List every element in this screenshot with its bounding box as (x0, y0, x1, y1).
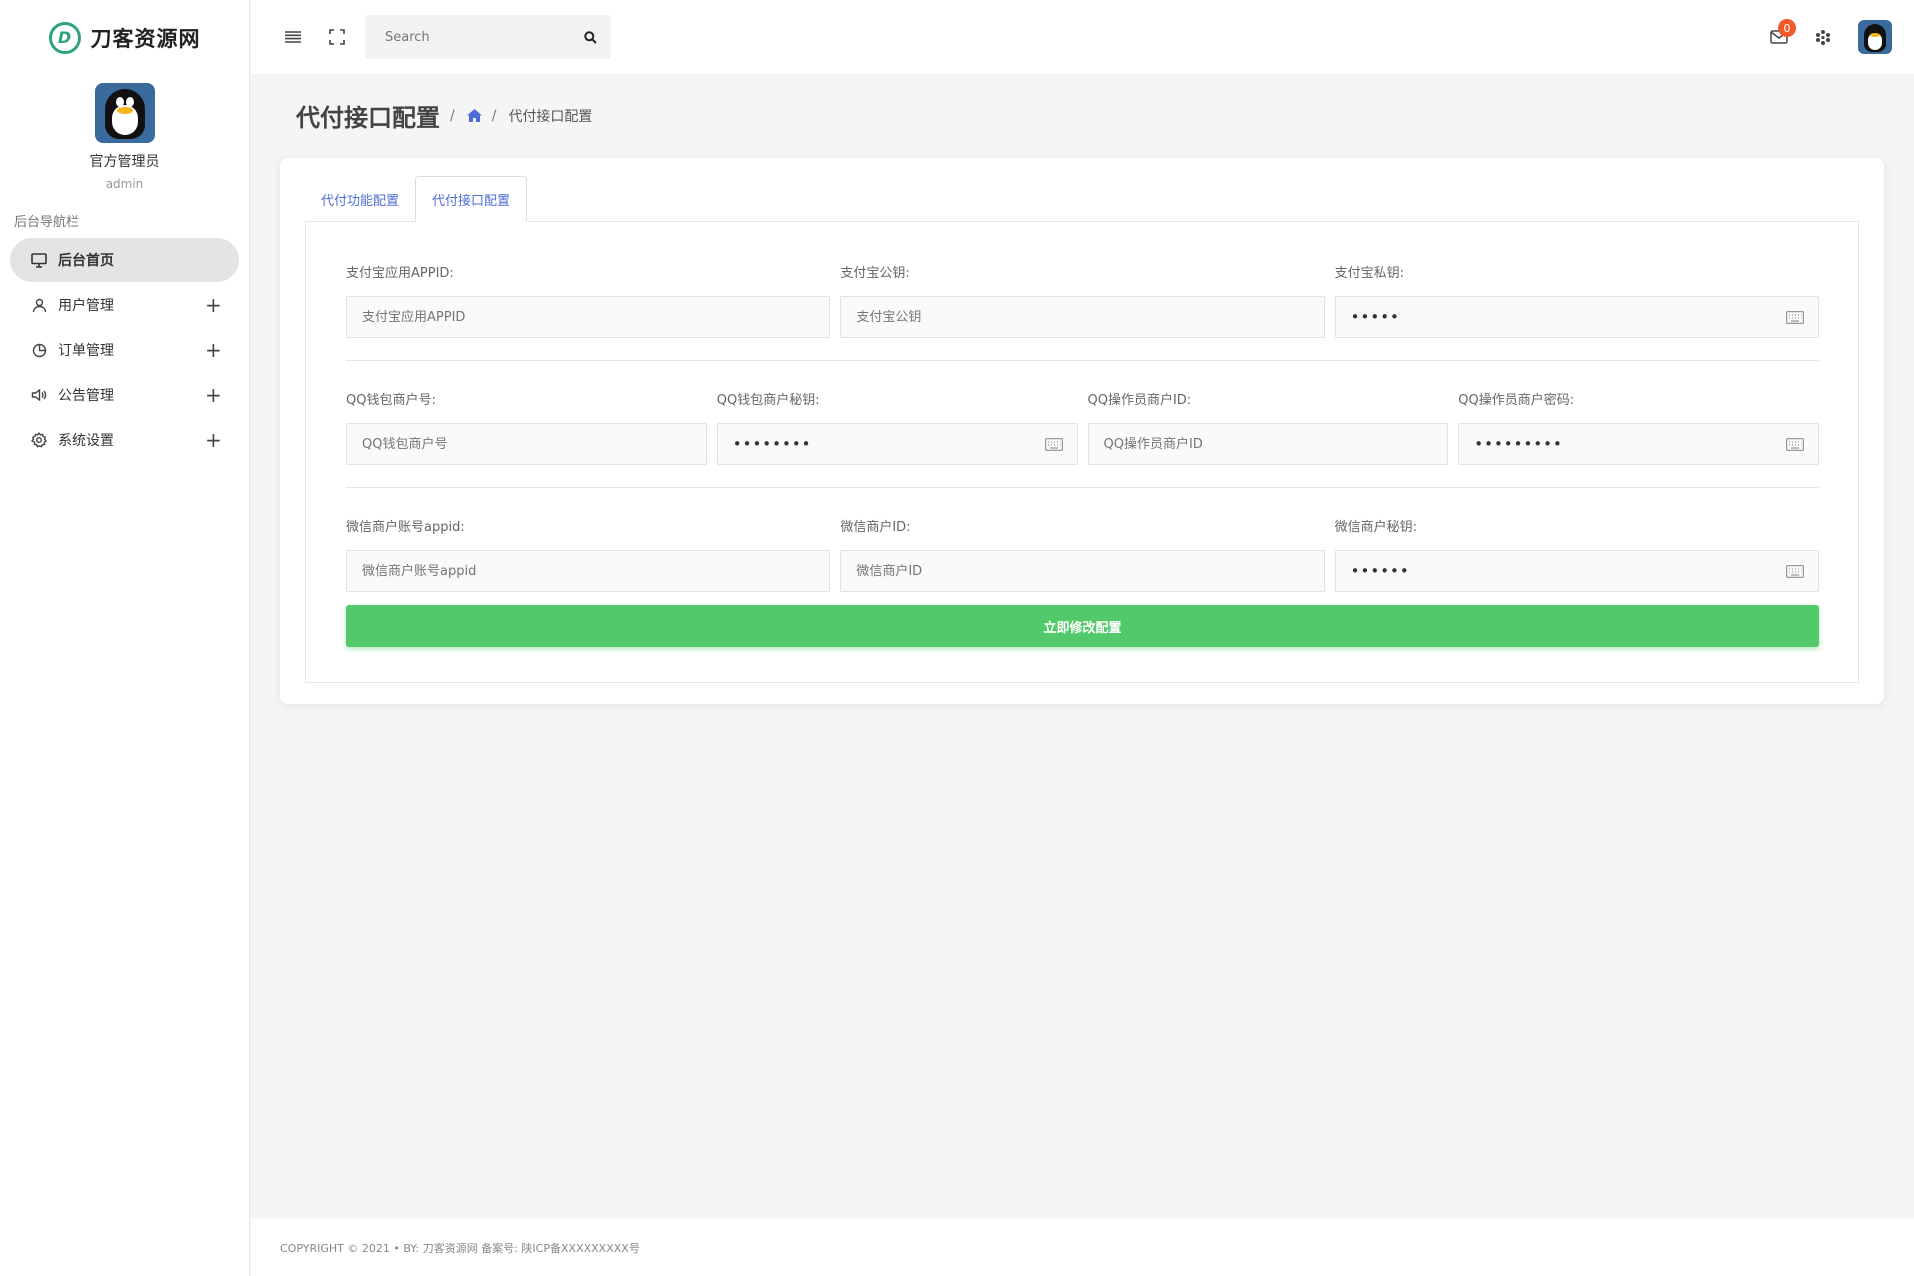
pie-chart-icon (30, 341, 48, 359)
qq-merchant-field: QQ钱包商户号: (346, 389, 707, 465)
alipay-appid-field: 支付宝应用APPID: (346, 262, 831, 338)
wx-mchid-field: 微信商户ID: (840, 516, 1325, 592)
qq-merchant-key-field: QQ钱包商户秘钥: (716, 389, 1078, 465)
alipay-row: 支付宝应用APPID: 支付宝公钥: 支付宝私钥: (346, 262, 1819, 338)
avatar[interactable] (94, 83, 155, 143)
qq-merchant-key-input[interactable] (732, 435, 1045, 453)
alipay-privkey-input[interactable] (1350, 308, 1786, 326)
speaker-icon (30, 386, 48, 404)
nav-heading: 后台导航栏 (14, 215, 80, 230)
submit-config-button[interactable]: 立即修改配置 (346, 605, 1819, 647)
user-icon (30, 296, 48, 314)
menu-toggle-button[interactable] (271, 15, 315, 59)
tab-payout-function-config[interactable]: 代付功能配置 (305, 176, 415, 222)
topbar: 0 (251, 0, 1914, 74)
brand-logo-icon: D (48, 21, 81, 54)
page-header: 代付接口配置 / / 代付接口配置 (296, 98, 592, 133)
tabs: 代付功能配置 代付接口配置 (305, 176, 528, 222)
mail-button[interactable]: 0 (1760, 17, 1798, 57)
expand-icon[interactable]: + (205, 428, 222, 452)
field-label: 微信商户账号appid: (346, 520, 465, 535)
expand-icon[interactable]: + (205, 293, 222, 317)
tab-payout-interface-config[interactable]: 代付接口配置 (415, 176, 528, 222)
monitor-icon (30, 251, 48, 269)
brand[interactable]: D 刀客资源网 (0, 0, 249, 75)
sidebar-item-settings[interactable]: 系统设置 + (10, 418, 239, 462)
hamburger-icon (285, 31, 301, 43)
keyboard-icon[interactable] (1786, 437, 1804, 451)
topbar-actions: 0 (1760, 17, 1892, 57)
home-icon[interactable] (466, 109, 482, 122)
keyboard-icon[interactable] (1044, 437, 1063, 451)
field-label: 支付宝公钥: (840, 266, 910, 281)
sidebar-item-users[interactable]: 用户管理 + (10, 283, 239, 327)
field-label: QQ操作员商户密码: (1458, 393, 1575, 408)
wx-appid-field: 微信商户账号appid: (346, 516, 831, 592)
sidebar-item-orders[interactable]: 订单管理 + (10, 328, 239, 372)
footer-copyright: COPYRIGHT © 2021 • BY: 刀客资源网 备案号: 陕ICP备X… (280, 1241, 640, 1255)
sidebar-item-dashboard[interactable]: 后台首页 (10, 238, 239, 282)
divider (346, 360, 1819, 361)
field-label: 支付宝私钥: (1334, 266, 1405, 281)
divider (346, 487, 1819, 488)
sidebar-nav: 后台首页 用户管理 + 订单管理 + 公告管理 + 系统设置 + (0, 238, 249, 462)
profile: 官方管理员 admin (0, 75, 249, 191)
sidebar-item-label: 用户管理 (58, 298, 114, 314)
sidebar-item-label: 公告管理 (58, 388, 114, 404)
gear-icon (30, 431, 48, 449)
user-avatar[interactable] (1858, 20, 1892, 54)
brand-name: 刀客资源网 (90, 26, 201, 51)
field-label: 微信商户秘钥: (1334, 520, 1418, 535)
qq-operator-pwd-input[interactable] (1474, 435, 1786, 453)
keyboard-icon[interactable] (1785, 564, 1804, 578)
qq-merchant-input[interactable] (362, 436, 692, 452)
breadcrumb-current: 代付接口配置 (508, 108, 593, 125)
apps-button[interactable] (1804, 17, 1842, 57)
alipay-pubkey-input[interactable] (856, 309, 1310, 325)
keyboard-icon[interactable] (1785, 310, 1804, 324)
qq-row: QQ钱包商户号: QQ钱包商户秘钥: QQ操作员商户ID: QQ操作员商户密码: (346, 389, 1819, 465)
breadcrumb-separator: / (491, 107, 497, 124)
field-label: QQ钱包商户秘钥: (716, 393, 820, 408)
config-card: 代付功能配置 代付接口配置 支付宝应用APPID: 支付宝公钥: 支付宝私钥: (280, 158, 1884, 704)
qq-operator-id-field: QQ操作员商户ID: (1087, 389, 1449, 465)
sidebar: D 刀客资源网 官方管理员 admin 后台导航栏 后台首页 用户管理 + 订单… (0, 0, 250, 1276)
sidebar-item-label: 订单管理 (58, 343, 114, 359)
tab-panel: 支付宝应用APPID: 支付宝公钥: 支付宝私钥: QQ钱包商户号: (305, 221, 1859, 683)
field-label: 微信商户ID: (840, 520, 911, 535)
mail-badge: 0 (1778, 19, 1796, 37)
footer: COPYRIGHT © 2021 • BY: 刀客资源网 备案号: 陕ICP备X… (251, 1219, 1914, 1276)
field-label: QQ钱包商户号: (346, 393, 436, 408)
expand-icon[interactable]: + (205, 338, 222, 362)
wx-key-input[interactable] (1350, 562, 1786, 580)
search-icon[interactable] (584, 30, 597, 44)
field-label: 支付宝应用APPID: (346, 266, 454, 281)
wechat-row: 微信商户账号appid: 微信商户ID: 微信商户秘钥: (346, 516, 1819, 592)
sidebar-item-label: 系统设置 (58, 433, 114, 449)
field-label: QQ操作员商户ID: (1087, 393, 1192, 408)
sidebar-item-label: 后台首页 (58, 253, 114, 269)
profile-name: 官方管理员 (89, 154, 160, 170)
apps-icon (1816, 30, 1830, 45)
breadcrumb-separator: / (450, 107, 455, 124)
search-input[interactable] (385, 29, 584, 45)
qq-operator-pwd-field: QQ操作员商户密码: (1458, 389, 1819, 465)
alipay-appid-input[interactable] (362, 309, 816, 325)
fullscreen-icon (329, 29, 345, 45)
page-title: 代付接口配置 (296, 104, 440, 132)
sidebar-item-announcements[interactable]: 公告管理 + (10, 373, 239, 417)
expand-icon[interactable]: + (205, 383, 222, 407)
fullscreen-button[interactable] (315, 15, 359, 59)
alipay-privkey-field: 支付宝私钥: (1334, 262, 1819, 338)
wx-appid-input[interactable] (362, 563, 816, 579)
wx-mchid-input[interactable] (856, 563, 1310, 579)
profile-role: admin (105, 177, 144, 191)
wx-key-field: 微信商户秘钥: (1334, 516, 1819, 592)
alipay-pubkey-field: 支付宝公钥: (840, 262, 1325, 338)
search-box (365, 15, 611, 59)
qq-operator-id-input[interactable] (1103, 436, 1434, 452)
